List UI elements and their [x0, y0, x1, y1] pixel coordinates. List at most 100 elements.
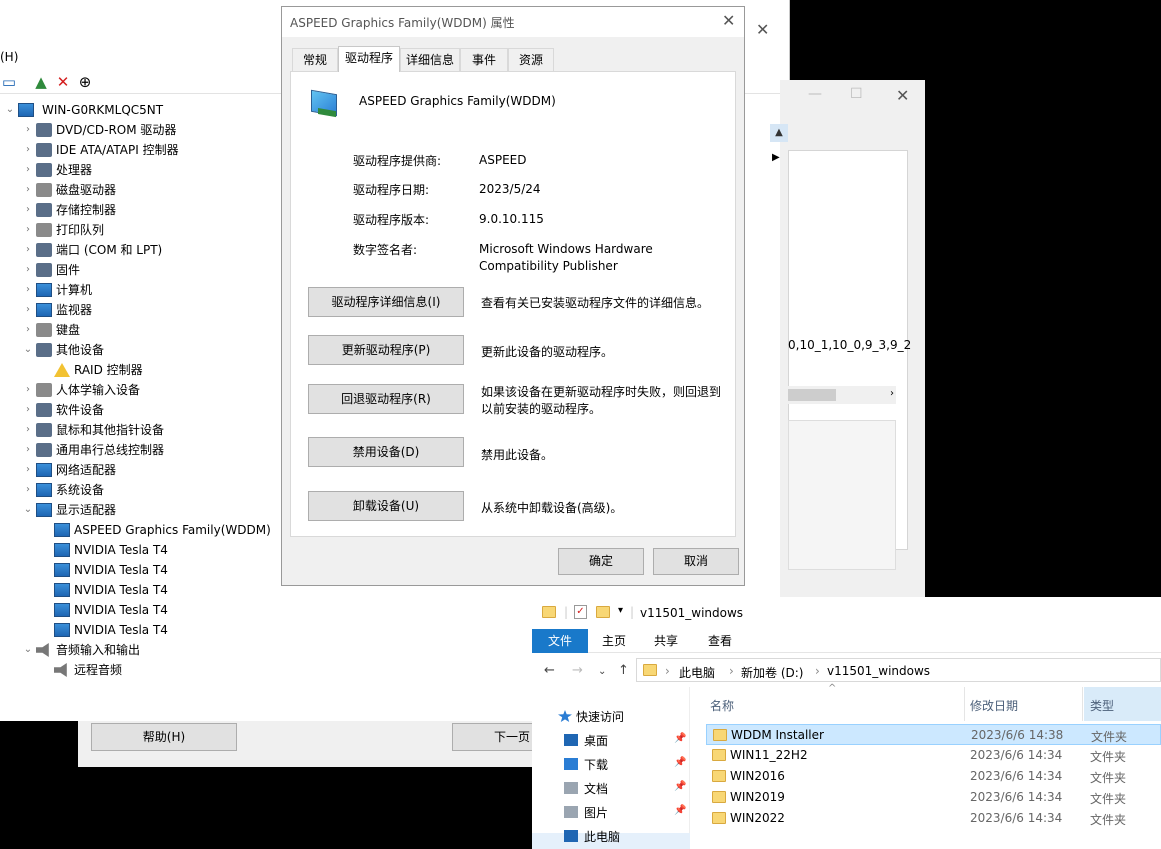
expand-icon[interactable]: › [22, 240, 34, 260]
column-date[interactable]: 修改日期 [970, 697, 1018, 714]
tab-home[interactable]: 主页 [592, 629, 636, 653]
column-name[interactable]: 名称 [710, 697, 734, 714]
collapse-icon[interactable]: ⌄ [22, 640, 34, 660]
tree-item-label: 显示适配器 [56, 503, 117, 517]
file-row[interactable]: WDDM Installer 2023/6/6 14:38 文件夹 [706, 724, 1161, 745]
warning-icon [54, 363, 70, 377]
column-divider[interactable] [1082, 687, 1083, 721]
scroll-up-icon[interactable]: ▲ [770, 124, 788, 142]
storage-icon [36, 203, 52, 217]
picture-icon [564, 806, 578, 818]
pin-icon[interactable]: 📌 [674, 757, 686, 768]
driver-details-button[interactable]: 驱动程序详细信息(I) [308, 287, 464, 317]
expand-icon[interactable]: › [22, 460, 34, 480]
expand-icon[interactable]: › [22, 280, 34, 300]
expand-icon[interactable]: › [22, 320, 34, 340]
file-row[interactable]: WIN2016 2023/6/6 14:34 文件夹 [706, 766, 1161, 787]
tab-driver[interactable]: 驱动程序 [338, 46, 400, 72]
maximize-icon[interactable]: ☐ [850, 86, 863, 102]
back-icon[interactable]: ← [544, 663, 555, 678]
file-row[interactable]: WIN2022 2023/6/6 14:34 文件夹 [706, 808, 1161, 829]
column-divider[interactable] [964, 687, 965, 721]
horizontal-scrollbar[interactable]: › [788, 386, 896, 404]
speaker-icon [36, 643, 49, 657]
expand-icon[interactable]: › [22, 200, 34, 220]
lower-pane [788, 420, 896, 570]
minimize-icon[interactable]: — [808, 86, 822, 102]
folder-icon [712, 749, 726, 761]
expand-icon[interactable]: › [22, 300, 34, 320]
tab-share[interactable]: 共享 [644, 629, 688, 653]
pin-icon[interactable]: 📌 [674, 781, 686, 792]
uninstall-icon[interactable]: ✕ [54, 73, 72, 91]
printer-icon [36, 223, 52, 237]
uninstall-device-desc: 从系统中卸载设备(高级)。 [481, 501, 623, 515]
column-headers: ^ 名称 修改日期 类型 [704, 683, 1161, 721]
nav-item-label[interactable]: 此电脑 [584, 828, 620, 845]
expand-icon[interactable]: › [22, 140, 34, 160]
collapse-icon[interactable]: ⌄ [4, 100, 16, 120]
expand-icon[interactable]: › [22, 120, 34, 140]
breadcrumb-drive[interactable]: 新加卷 (D:) [741, 664, 803, 681]
ok-button[interactable]: 确定 [558, 548, 644, 575]
close-icon[interactable]: ✕ [722, 11, 735, 30]
tab-view[interactable]: 查看 [698, 629, 742, 653]
collapse-icon[interactable]: ⌄ [22, 340, 34, 360]
expand-icon[interactable]: › [22, 160, 34, 180]
rollback-driver-button[interactable]: 回退驱动程序(R) [308, 384, 464, 414]
tab-general[interactable]: 常规 [292, 48, 338, 71]
recent-locations-icon[interactable]: ⌄ [598, 666, 606, 677]
document-icon [564, 782, 578, 794]
expand-icon[interactable]: › [22, 400, 34, 420]
file-row[interactable]: WIN11_22H2 2023/6/6 14:34 文件夹 [706, 745, 1161, 766]
expand-icon[interactable]: › [22, 420, 34, 440]
menu-help[interactable]: (H) [0, 50, 18, 64]
download-icon[interactable]: ⊕ [76, 73, 94, 91]
navigation-pane: 快速访问桌面 📌 下载 📌 文档 📌 图片 📌 此电脑 [532, 687, 690, 849]
breadcrumb-folder[interactable]: v11501_windows [827, 664, 930, 678]
tab-resources[interactable]: 资源 [508, 48, 554, 71]
address-bar[interactable]: › 此电脑 › 新加卷 (D:) › v11501_windows [636, 658, 1161, 682]
close-icon[interactable]: ✕ [756, 20, 769, 39]
close-icon[interactable]: ✕ [896, 86, 909, 105]
expand-icon[interactable]: › [22, 480, 34, 500]
update-driver-icon[interactable]: ▲ [32, 73, 50, 91]
file-row[interactable]: WIN2019 2023/6/6 14:34 文件夹 [706, 787, 1161, 808]
pin-icon[interactable]: 📌 [674, 733, 686, 744]
new-folder-icon[interactable] [596, 606, 610, 618]
scroll-right-icon[interactable]: › [890, 388, 894, 399]
speaker-icon [54, 663, 67, 677]
breadcrumb-this-pc[interactable]: 此电脑 [679, 664, 715, 681]
port-icon [36, 243, 52, 257]
tab-file[interactable]: 文件 [532, 629, 588, 653]
cancel-button[interactable]: 取消 [653, 548, 739, 575]
forward-icon[interactable]: → [572, 663, 583, 678]
folder-icon [712, 791, 726, 803]
expand-icon[interactable]: › [22, 440, 34, 460]
expand-icon[interactable]: › [22, 220, 34, 240]
scrollbar-thumb[interactable] [788, 389, 836, 401]
nav-item-label[interactable]: 桌面 [584, 732, 608, 749]
pin-icon[interactable]: 📌 [674, 805, 686, 816]
column-type[interactable]: 类型 [1090, 697, 1114, 714]
monitor-icon[interactable]: ▭ [0, 73, 18, 91]
nav-item-label[interactable]: 图片 [584, 804, 608, 821]
tab-details[interactable]: 详细信息 [400, 48, 460, 71]
nav-item-label[interactable]: 文档 [584, 780, 608, 797]
up-icon[interactable]: ↑ [618, 663, 629, 678]
collapse-icon[interactable]: ⌄ [22, 500, 34, 520]
expand-icon[interactable]: › [22, 260, 34, 280]
uninstall-device-button[interactable]: 卸载设备(U) [308, 491, 464, 521]
nav-item-label[interactable]: 快速访问 [576, 708, 624, 725]
chevron-down-icon[interactable]: ▾ [618, 605, 623, 616]
tab-events[interactable]: 事件 [460, 48, 508, 71]
expand-icon[interactable]: › [22, 180, 34, 200]
disable-device-button[interactable]: 禁用设备(D) [308, 437, 464, 467]
help-button[interactable]: 帮助(H) [91, 723, 237, 751]
expand-icon[interactable]: › [22, 380, 34, 400]
nav-item-label[interactable]: 下载 [584, 756, 608, 773]
tree-item-label: 打印队列 [56, 223, 105, 237]
properties-icon[interactable]: ✓ [574, 605, 587, 619]
update-driver-button[interactable]: 更新驱动程序(P) [308, 335, 464, 365]
expand-arrow-icon[interactable]: ▶ [772, 152, 780, 163]
